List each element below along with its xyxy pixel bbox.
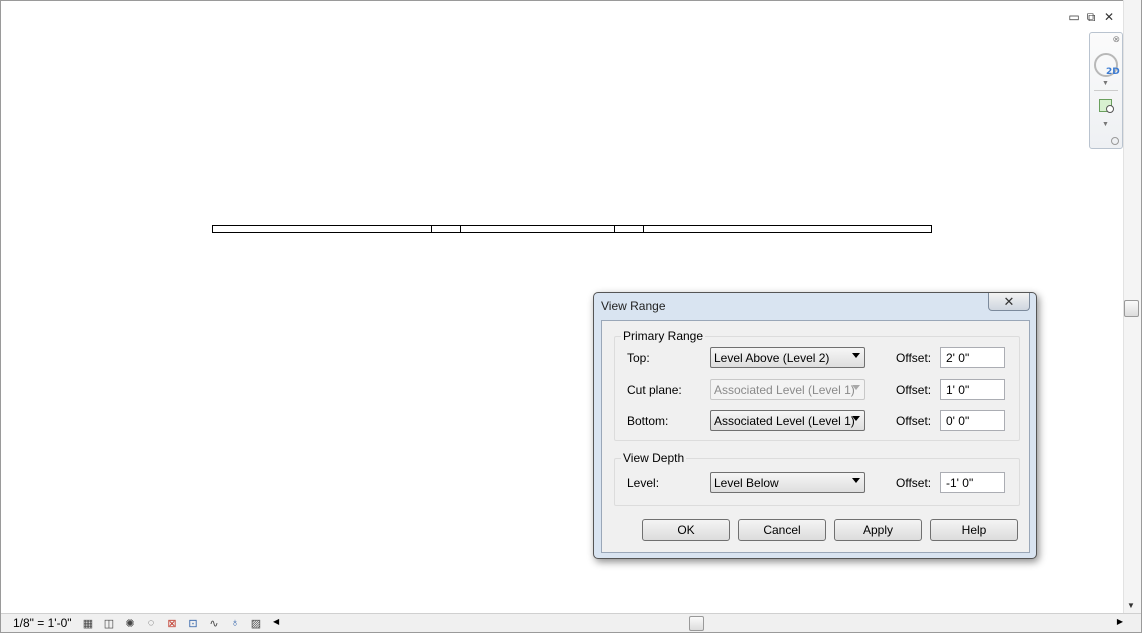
level-label: Level:	[627, 476, 660, 490]
wall-segment-divider	[614, 226, 615, 232]
cut-plane-label: Cut plane:	[627, 383, 682, 397]
vertical-scroll-thumb[interactable]	[1124, 300, 1139, 317]
navigation-bar: ⊗ 2D ▼ ▼	[1089, 32, 1123, 149]
apply-button[interactable]: Apply	[834, 519, 922, 541]
ok-button[interactable]: OK	[642, 519, 730, 541]
minimize-button[interactable]: ▭	[1067, 10, 1081, 24]
close-icon: ✕	[1103, 10, 1115, 24]
wall-segment-divider	[431, 226, 432, 232]
cancel-button[interactable]: Cancel	[738, 519, 826, 541]
dialog-title: View Range	[601, 299, 666, 313]
bottom-offset-value: 0' 0"	[946, 414, 970, 428]
minimize-icon: ▭	[1068, 10, 1080, 24]
close-view-button[interactable]: ✕	[1102, 10, 1116, 24]
top-offset-field[interactable]: 2' 0"	[940, 347, 1005, 368]
horizontal-scroll-thumb[interactable]	[689, 616, 704, 631]
dropdown-arrow-icon	[852, 416, 860, 421]
dialog-close-button[interactable]: ✕	[988, 293, 1030, 311]
scroll-left-arrow-icon[interactable]: ◀	[273, 617, 279, 626]
temporary-hide-icon[interactable]: ∿	[207, 617, 221, 630]
view-scale[interactable]: 1/8" = 1'-0"	[13, 616, 81, 630]
bottom-offset-field[interactable]: 0' 0"	[940, 410, 1005, 431]
analytical-model-icon[interactable]: ▨	[249, 617, 263, 630]
cut-plane-offset-label: Offset:	[896, 383, 932, 397]
top-offset-value: 2' 0"	[946, 351, 970, 365]
cut-plane-offset-field[interactable]: 1' 0"	[940, 379, 1005, 400]
visual-style-icon[interactable]: ◫	[102, 617, 116, 630]
cut-plane-value: Associated Level (Level 1)	[714, 383, 855, 397]
magnifier-icon	[1106, 105, 1114, 113]
close-icon: ✕	[1003, 293, 1015, 309]
view-depth-level-select[interactable]: Level Below	[710, 472, 865, 493]
steering-wheel-2d-badge: 2D	[1106, 67, 1120, 77]
group-title: View Depth	[621, 451, 687, 465]
top-offset-label: Offset:	[896, 351, 932, 365]
bottom-level-select[interactable]: Associated Level (Level 1)	[710, 410, 865, 431]
detail-level-icon[interactable]: ▦	[81, 617, 95, 630]
zoom-dropdown-icon[interactable]: ▼	[1102, 121, 1109, 128]
view-depth-offset-field[interactable]: -1' 0"	[940, 472, 1005, 493]
view-depth-offset-value: -1' 0"	[946, 476, 974, 490]
restore-icon: ⧉	[1086, 9, 1096, 24]
dialog-body: Primary Range Top: Level Above (Level 2)…	[601, 320, 1030, 553]
bottom-label: Bottom:	[627, 414, 669, 428]
dropdown-arrow-icon	[852, 478, 860, 483]
wall-segment-divider	[643, 226, 644, 232]
reveal-hidden-icon[interactable]: ♁	[228, 617, 242, 630]
view-control-bar: 1/8" = 1'-0" ▦ ◫ ✺ ◌ ⊠ ⊡ ∿ ♁ ▨ ◀ ▶	[1, 613, 1141, 632]
horizontal-scrollbar[interactable]: ◀ ▶	[273, 616, 1123, 631]
navbar-divider	[1094, 90, 1118, 91]
crop-region-icon[interactable]: ⊡	[186, 617, 200, 630]
navbar-options-icon[interactable]	[1111, 137, 1119, 145]
help-button[interactable]: Help	[930, 519, 1018, 541]
top-level-select[interactable]: Level Above (Level 2)	[710, 347, 865, 368]
wall-segment-divider	[460, 226, 461, 232]
view-range-dialog: View Range ✕ Primary Range Top: Level Ab…	[593, 292, 1037, 559]
cut-plane-select: Associated Level (Level 1)	[710, 379, 865, 400]
shadows-icon[interactable]: ◌	[144, 617, 158, 630]
primary-range-group: Primary Range Top: Level Above (Level 2)…	[614, 329, 1020, 441]
view-depth-offset-label: Offset:	[896, 476, 932, 490]
crop-view-icon[interactable]: ⊠	[165, 617, 179, 630]
view-depth-group: View Depth Level: Level Below Offset: -1…	[614, 451, 1020, 506]
top-level-value: Level Above (Level 2)	[714, 351, 830, 365]
bottom-level-value: Associated Level (Level 1)	[714, 414, 855, 428]
group-title: Primary Range	[621, 329, 706, 343]
scroll-right-arrow-icon[interactable]: ▶	[1117, 617, 1123, 626]
cut-plane-offset-value: 1' 0"	[946, 383, 970, 397]
navbar-close-icon[interactable]: ⊗	[1112, 34, 1120, 45]
bottom-offset-label: Offset:	[896, 414, 932, 428]
dropdown-arrow-icon	[852, 385, 860, 390]
view-depth-level-value: Level Below	[714, 476, 779, 490]
restore-button[interactable]: ⧉	[1084, 10, 1098, 24]
plan-wall[interactable]	[212, 225, 932, 233]
scroll-down-arrow-icon[interactable]: ▼	[1127, 601, 1135, 610]
top-label: Top:	[627, 351, 650, 365]
steering-wheel-dropdown-icon[interactable]: ▼	[1102, 80, 1109, 87]
dropdown-arrow-icon	[852, 353, 860, 358]
sun-path-icon[interactable]: ✺	[123, 617, 137, 630]
